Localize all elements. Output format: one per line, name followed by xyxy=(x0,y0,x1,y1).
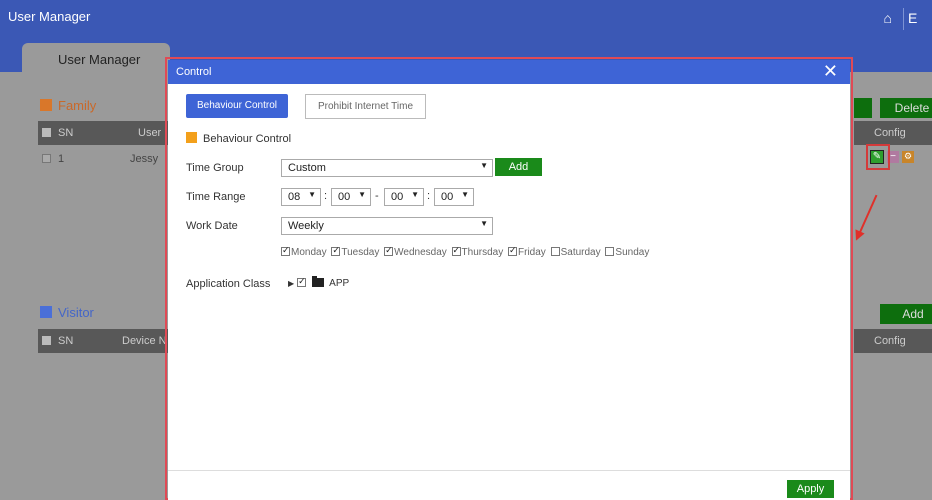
column-header-device-name: Device N xyxy=(122,335,167,347)
time-group-label: Time Group xyxy=(186,162,244,174)
chevron-down-icon: ▼ xyxy=(461,190,469,199)
column-header-sn: SN xyxy=(58,127,74,139)
annotation-highlight xyxy=(866,144,890,170)
tab-behaviour-control[interactable]: Behaviour Control xyxy=(186,94,288,118)
end-hour-value: 00 xyxy=(391,191,404,203)
apply-button[interactable]: Apply xyxy=(787,480,834,498)
chevron-down-icon: ▼ xyxy=(480,219,488,228)
end-minute-select[interactable]: 00 ▼ xyxy=(434,188,474,206)
work-date-label: Work Date xyxy=(186,220,238,232)
delete-button[interactable]: Delete xyxy=(880,98,932,118)
tab-user-manager[interactable]: User Manager xyxy=(22,43,170,75)
time-range-label: Time Range xyxy=(186,191,246,203)
dialog-header: Control ✕ xyxy=(168,60,850,84)
day-label: Sunday xyxy=(615,247,650,258)
start-hour-select[interactable]: 08 ▼ xyxy=(281,188,321,206)
work-date-value: Weekly xyxy=(288,220,324,232)
checkbox-checked[interactable] xyxy=(384,245,394,256)
day-thursday[interactable]: Thursday xyxy=(451,245,504,258)
day-tuesday[interactable]: Tuesday xyxy=(331,245,380,258)
day-saturday[interactable]: Saturday xyxy=(550,247,601,258)
row-checkbox[interactable] xyxy=(42,154,51,163)
tab-prohibit-internet-time[interactable]: Prohibit Internet Time xyxy=(305,94,426,119)
start-minute-value: 00 xyxy=(338,191,351,203)
visitor-heading: Visitor xyxy=(40,305,94,327)
start-hour-value: 08 xyxy=(288,191,301,203)
footer-divider xyxy=(168,470,850,471)
select-all-checkbox[interactable] xyxy=(42,128,51,137)
chevron-down-icon: ▼ xyxy=(480,161,488,170)
time-group-value: Custom xyxy=(288,162,326,174)
cell-sn: 1 xyxy=(58,153,65,165)
close-icon[interactable]: ✕ xyxy=(823,61,838,81)
day-label: Wednesday xyxy=(394,247,447,258)
settings-icon[interactable]: ⚙ xyxy=(902,151,914,163)
visitor-column-header-config: Config xyxy=(854,329,932,353)
weekday-checkboxes: Monday Tuesday Wednesday Thursday Friday… xyxy=(281,245,651,258)
day-friday[interactable]: Friday xyxy=(508,245,546,258)
day-monday[interactable]: Monday xyxy=(281,245,327,258)
chevron-down-icon: ▼ xyxy=(308,190,316,199)
section-marker-icon xyxy=(186,132,197,143)
family-heading-label: Family xyxy=(58,98,97,113)
checkbox-checked[interactable] xyxy=(331,245,341,256)
app-title: User Manager xyxy=(8,9,91,24)
folder-icon xyxy=(312,276,325,287)
visitor-heading-label: Visitor xyxy=(58,305,94,320)
checkbox-unchecked[interactable] xyxy=(550,247,560,256)
column-header-user: User xyxy=(138,127,162,139)
column-header-sn: SN xyxy=(58,335,74,347)
range-dash: - xyxy=(375,190,379,202)
visitor-icon xyxy=(40,306,52,318)
application-tree: ▶ APP xyxy=(288,276,349,289)
day-label: Thursday xyxy=(461,247,504,258)
checkbox-checked[interactable] xyxy=(451,245,461,256)
time-group-select[interactable]: Custom ▼ xyxy=(281,159,493,177)
checkbox-checked[interactable] xyxy=(281,245,290,256)
chevron-down-icon: ▼ xyxy=(411,190,419,199)
start-minute-select[interactable]: 00 ▼ xyxy=(331,188,371,206)
time-separator: : xyxy=(324,190,328,202)
app-node-label[interactable]: APP xyxy=(329,278,349,289)
day-label: Monday xyxy=(291,247,327,258)
family-heading: Family xyxy=(40,98,96,120)
visitor-table-header: SN Device N xyxy=(38,329,168,353)
dialog-title: Control xyxy=(176,66,212,78)
cell-user: Jessy xyxy=(130,153,159,165)
family-add-button-partial[interactable] xyxy=(854,98,872,118)
table-row[interactable]: 1 Jessy xyxy=(38,149,168,169)
end-hour-select[interactable]: 00 ▼ xyxy=(384,188,424,206)
section-title-label: Behaviour Control xyxy=(203,133,292,145)
day-sunday[interactable]: Sunday xyxy=(605,247,649,258)
day-label: Friday xyxy=(518,247,546,258)
day-wednesday[interactable]: Wednesday xyxy=(384,245,447,258)
end-minute-value: 00 xyxy=(441,191,454,203)
app-checkbox[interactable] xyxy=(297,276,307,287)
home-icon[interactable]: ⌂ xyxy=(884,10,892,26)
time-group-add-button[interactable]: Add xyxy=(495,158,542,176)
top-right-menu[interactable]: E xyxy=(908,10,932,26)
control-dialog: Control ✕ Behaviour Control Prohibit Int… xyxy=(168,60,850,500)
chevron-down-icon: ▼ xyxy=(358,190,366,199)
select-all-checkbox[interactable] xyxy=(42,336,51,345)
section-title: Behaviour Control xyxy=(186,132,291,145)
time-separator: : xyxy=(427,190,431,202)
work-date-select[interactable]: Weekly ▼ xyxy=(281,217,493,235)
expand-arrow-icon[interactable]: ▶ xyxy=(288,279,294,288)
visitor-add-button[interactable]: Add xyxy=(880,304,932,324)
application-class-label: Application Class xyxy=(186,278,271,290)
day-label: Tuesday xyxy=(341,247,380,258)
divider xyxy=(903,8,904,30)
top-bar: User Manager ⌂ E xyxy=(0,0,932,38)
checkbox-checked[interactable] xyxy=(508,245,518,256)
column-header-config: Config xyxy=(854,121,932,145)
family-table-header: SN User xyxy=(38,121,168,145)
home-icon xyxy=(40,99,52,111)
checkbox-unchecked[interactable] xyxy=(605,247,615,256)
day-label: Saturday xyxy=(560,247,601,258)
